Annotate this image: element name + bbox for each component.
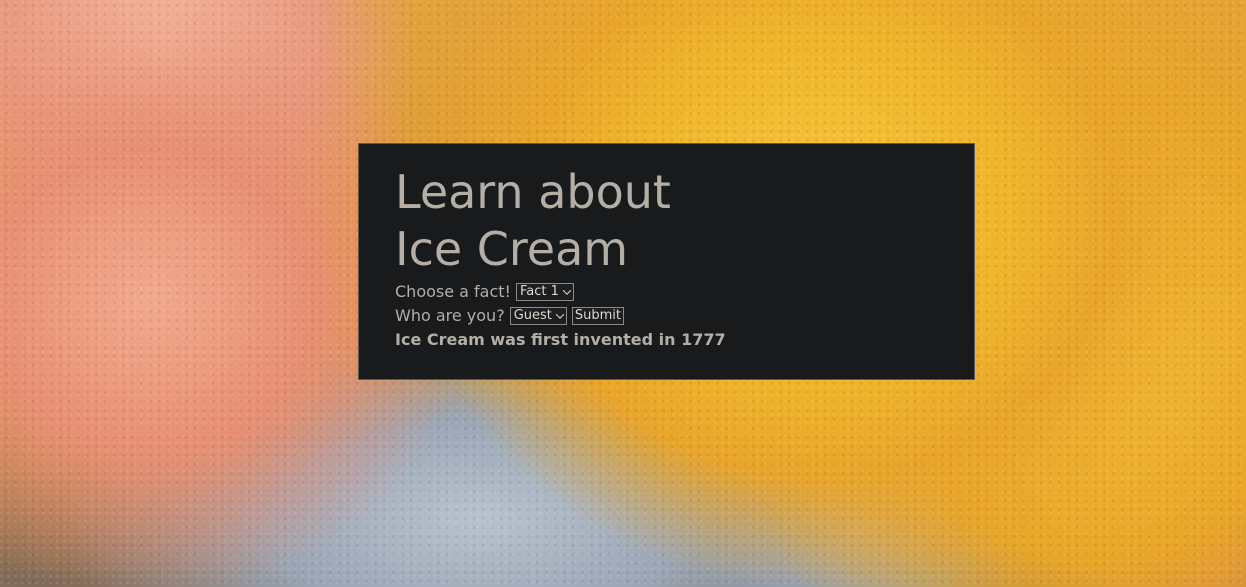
fact-prompt-label: Choose a fact! bbox=[395, 282, 511, 301]
page-title: Learn about Ice Cream bbox=[395, 164, 938, 278]
fact-select-value: Fact 1 bbox=[519, 284, 559, 299]
user-prompt-label: Who are you? bbox=[395, 306, 505, 325]
chevron-down-icon bbox=[555, 310, 565, 319]
fact-text: Ice Cream was first invented in 1777 bbox=[395, 330, 726, 349]
title-line-2: Ice Cream bbox=[395, 222, 629, 276]
user-chooser-row: Who are you? Guest Submit bbox=[395, 304, 938, 328]
submit-button[interactable]: Submit bbox=[571, 307, 624, 325]
user-select-value: Guest bbox=[513, 308, 552, 323]
fact-select[interactable]: Fact 1 bbox=[515, 283, 574, 301]
fact-chooser-row: Choose a fact! Fact 1 bbox=[395, 280, 938, 304]
info-panel: Learn about Ice Cream Choose a fact! Fac… bbox=[358, 143, 975, 380]
user-select[interactable]: Guest bbox=[509, 307, 567, 325]
chevron-down-icon bbox=[562, 286, 572, 295]
title-line-1: Learn about bbox=[395, 165, 671, 219]
